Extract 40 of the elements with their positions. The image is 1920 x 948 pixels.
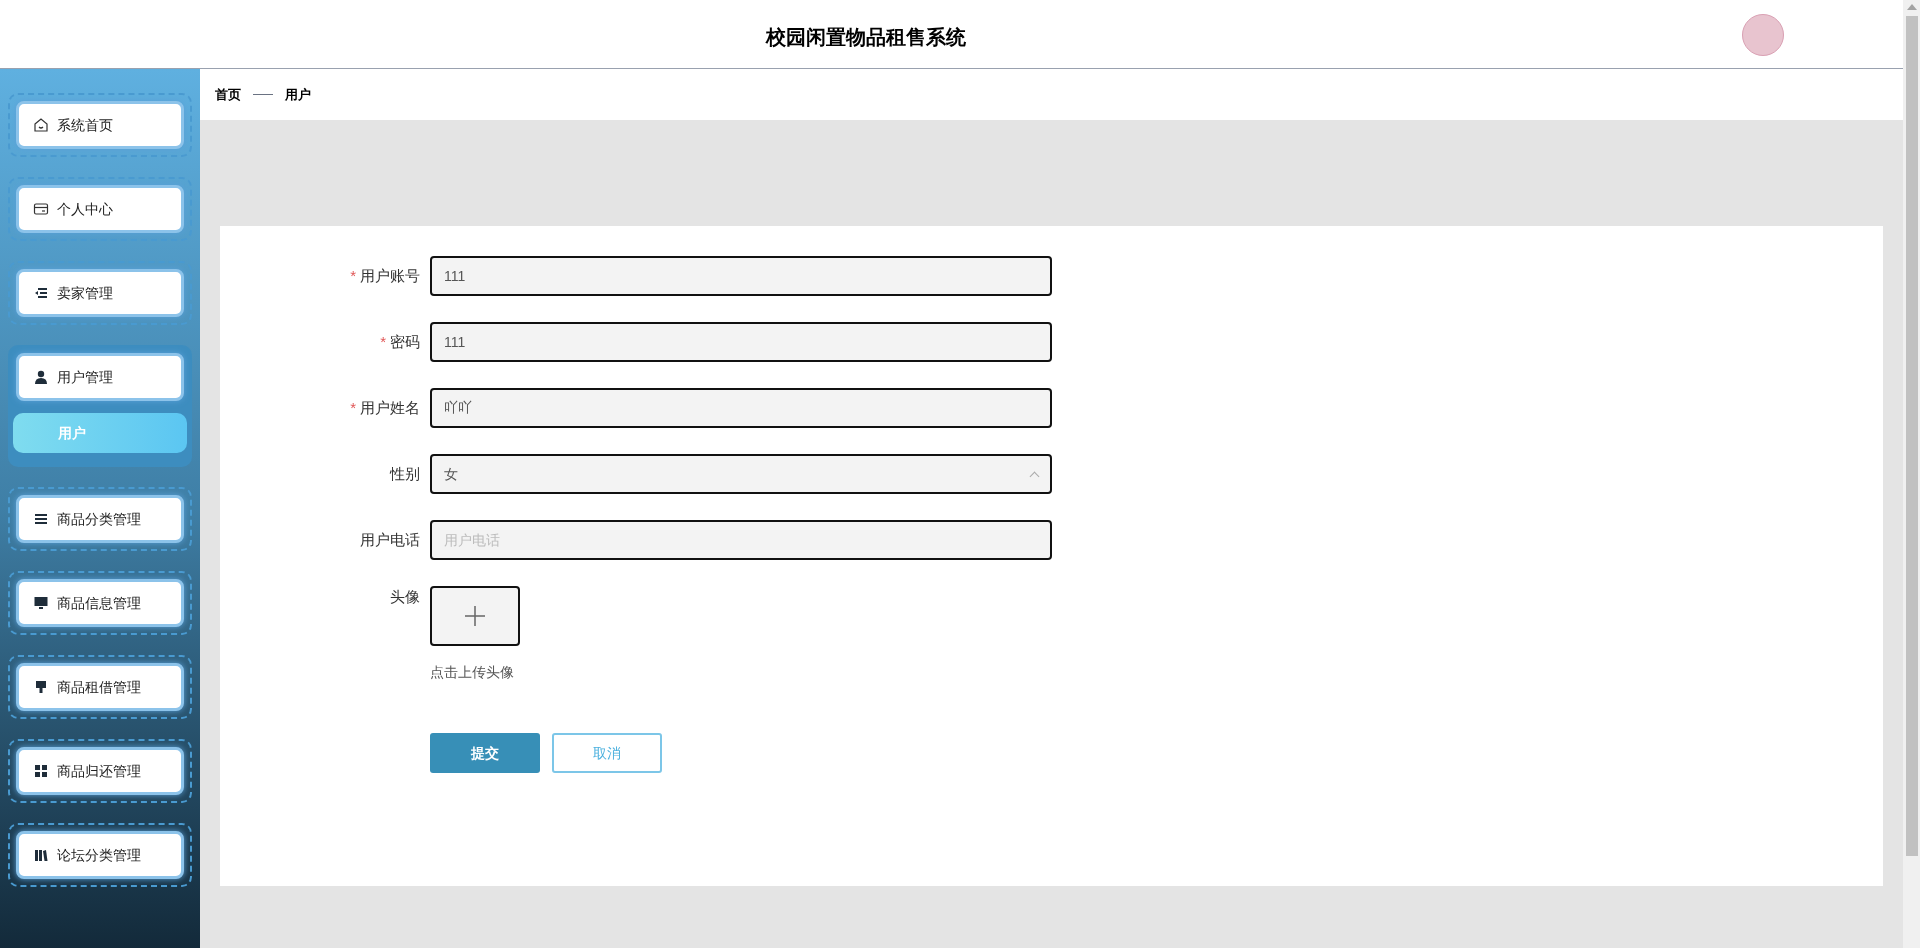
books-icon — [33, 847, 49, 863]
avatar-upload[interactable] — [430, 586, 520, 646]
breadcrumb-link[interactable]: 首页 — [215, 84, 241, 105]
menu-icon — [33, 511, 49, 527]
app-title: 校园闲置物品租售系统 — [766, 25, 966, 50]
input-field[interactable]: 111 — [430, 322, 1052, 362]
sidebar-item[interactable]: 论坛分类管理 — [16, 831, 184, 879]
field-label: 用户电话 — [360, 529, 420, 550]
required-mark: * — [380, 331, 386, 352]
input-field[interactable]: 111 — [430, 256, 1052, 296]
avatar-icon[interactable] — [1742, 14, 1784, 56]
sidebar-item[interactable]: 商品分类管理 — [16, 495, 184, 543]
upload-hint: 点击上传头像 — [430, 663, 515, 682]
sidebar-item[interactable]: 卖家管理 — [16, 269, 184, 317]
field-label: 头像 — [390, 587, 420, 607]
card-icon — [33, 201, 49, 217]
required-mark: * — [350, 397, 356, 418]
grid-icon — [33, 763, 49, 779]
select-field[interactable]: 女 — [430, 454, 1052, 494]
sidebar-item[interactable]: 个人中心 — [16, 185, 184, 233]
input-field[interactable]: 吖吖 — [430, 388, 1052, 428]
sidebar-item[interactable]: 商品信息管理 — [16, 579, 184, 627]
scrollbar[interactable] — [1903, 0, 1920, 948]
sidebar-item[interactable]: 用户管理 — [16, 353, 184, 401]
field-label: 用户姓名 — [360, 397, 420, 418]
sidebar-item[interactable]: 商品归还管理 — [16, 747, 184, 795]
user-icon — [33, 369, 49, 385]
required-mark: * — [350, 265, 356, 286]
field-label: 密码 — [390, 331, 420, 352]
home-icon — [33, 117, 49, 133]
plus-icon — [464, 605, 486, 627]
sidebar-item[interactable]: 系统首页 — [16, 101, 184, 149]
field-label: 用户账号 — [360, 265, 420, 286]
list-icon — [33, 285, 49, 301]
submit-button[interactable]: 提交 — [430, 733, 540, 773]
brush-icon — [33, 679, 49, 695]
sidebar-item[interactable]: 商品租借管理 — [16, 663, 184, 711]
monitor-icon — [33, 595, 49, 611]
breadcrumb-link[interactable]: 用户 — [285, 84, 311, 105]
field-label: 性别 — [390, 463, 420, 484]
